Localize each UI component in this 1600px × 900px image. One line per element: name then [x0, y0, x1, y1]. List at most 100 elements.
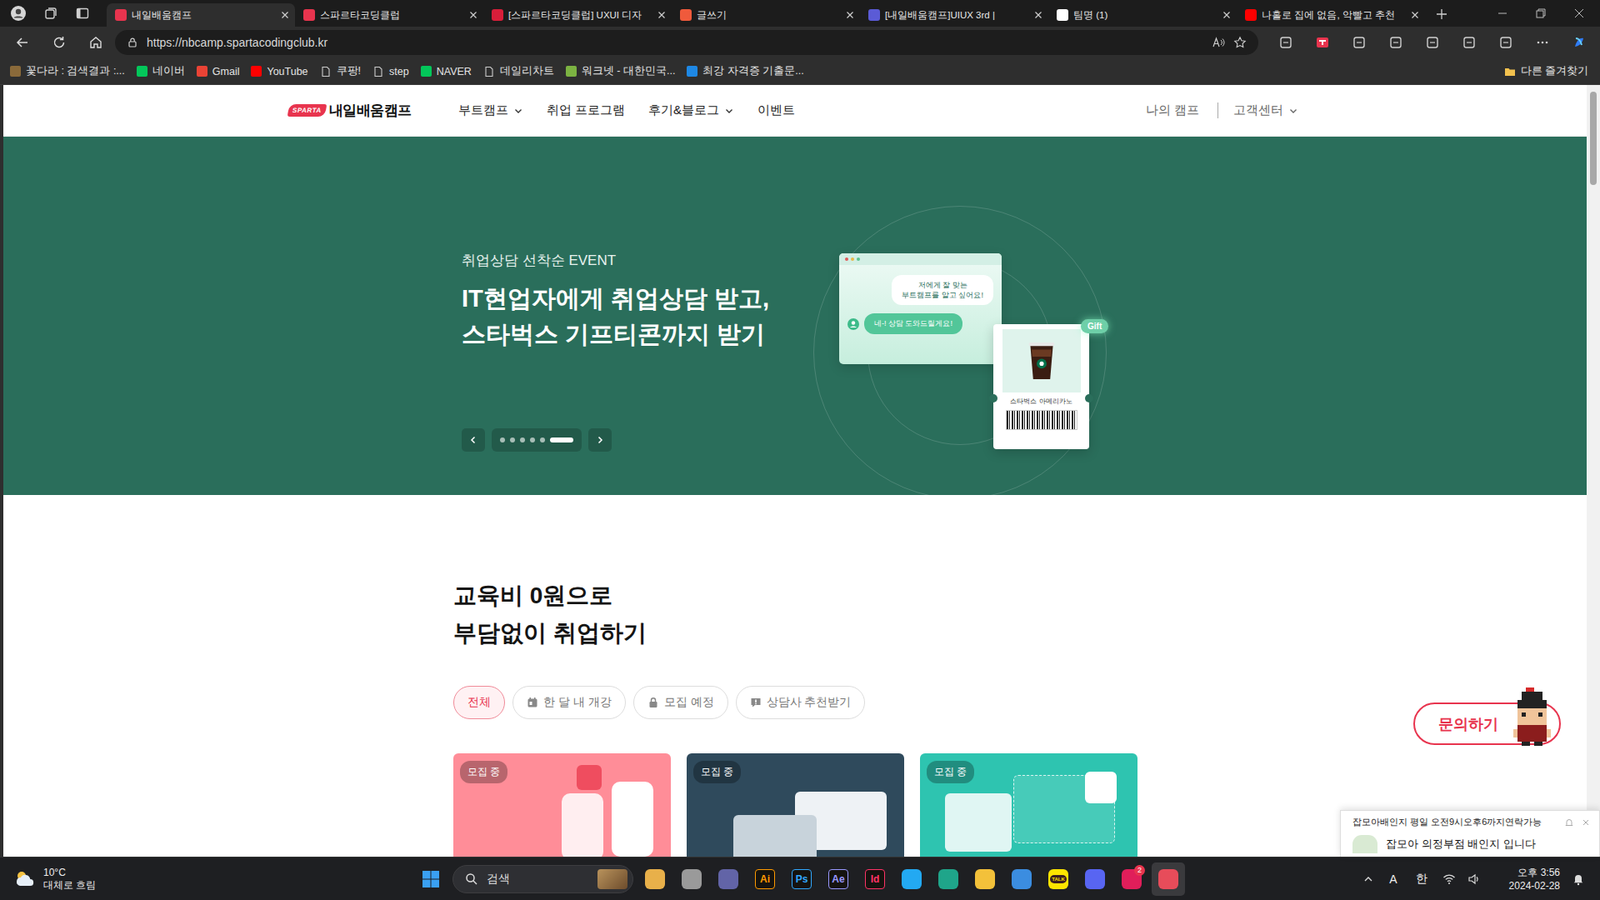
address-bar[interactable]: https://nbcamp.spartacodingclub.kr [115, 30, 1259, 55]
bookmark[interactable]: 워크넷 - 대한민국... [565, 64, 676, 79]
slide-dot[interactable] [520, 437, 525, 443]
extension-icon[interactable] [1388, 35, 1404, 50]
taskbar-search[interactable]: 검색 [452, 865, 634, 894]
browser-tab[interactable]: [스파르타코딩클럽] UXUI 디자 [483, 3, 672, 27]
hero-banner[interactable]: 취업상담 선착순 EVENT IT현업자에게 취업상담 받고,스타벅스 기프티콘… [3, 136, 1587, 495]
taskbar-app[interactable] [1078, 862, 1112, 896]
browser-tab[interactable]: 스파르타코딩클럽 [295, 3, 484, 27]
bookmark[interactable]: YouTube [250, 65, 308, 78]
taskbar-app[interactable]: Ps [785, 862, 819, 896]
workspaces-icon[interactable] [43, 5, 59, 21]
close-tab-icon[interactable] [1410, 10, 1420, 20]
course-card[interactable]: 모집 중 [686, 753, 905, 857]
volume-icon[interactable] [1467, 872, 1481, 886]
course-card[interactable]: 모집 중 [453, 753, 671, 857]
taskbar-app[interactable] [931, 862, 965, 896]
next-slide-button[interactable] [588, 428, 612, 452]
refresh-icon[interactable] [51, 35, 67, 50]
bookmark[interactable]: 쿠팡! [320, 64, 361, 79]
start-button[interactable] [414, 862, 448, 896]
ime-mode[interactable]: A [1385, 872, 1400, 886]
taskbar-app[interactable] [1151, 862, 1185, 896]
nav-item[interactable]: 부트캠프 [458, 102, 524, 119]
filter-chip[interactable]: 전체 [453, 685, 505, 720]
taskbar-app[interactable]: TALK [1041, 862, 1075, 896]
close-tab-icon[interactable] [1221, 10, 1232, 20]
close-icon[interactable] [1580, 817, 1591, 828]
bookmark[interactable]: 데일리차트 [483, 64, 555, 79]
taskbar-app[interactable] [1005, 862, 1039, 896]
browser-tab[interactable]: 글쓰기 [671, 3, 860, 27]
filter-chip[interactable]: 모집 예정 [633, 685, 729, 720]
extension-icon[interactable] [1425, 35, 1440, 50]
wifi-icon[interactable] [1442, 872, 1456, 886]
scroll-thumb[interactable] [1590, 91, 1597, 185]
slide-dot[interactable] [530, 437, 535, 443]
extension-icon[interactable] [1351, 35, 1367, 50]
taskbar-app[interactable]: 2 [1115, 862, 1149, 896]
bookmark[interactable]: Gmail [196, 65, 240, 78]
taskbar-app[interactable] [711, 862, 745, 896]
close-window-icon[interactable] [1573, 7, 1585, 20]
bookmark[interactable]: 네이버 [136, 64, 185, 79]
taskbar-app[interactable] [638, 862, 672, 896]
filter-chip[interactable]: 상담사 추천받기 [735, 685, 866, 720]
weather-widget[interactable]: 10°C 대체로 흐림 [0, 866, 415, 892]
slide-dot[interactable] [540, 437, 545, 443]
url-text[interactable]: https://nbcamp.spartacodingclub.kr [146, 35, 328, 50]
home-icon[interactable] [88, 35, 104, 50]
notification-popup[interactable]: 잡모아배인지 평일 오전9시오후6까지연락가능 잡모아 의정부점 배인지 입니다 [1340, 810, 1600, 857]
bookmark[interactable]: step [372, 65, 410, 78]
taskbar-app[interactable]: Id [858, 862, 892, 896]
ime-language[interactable]: 한 [1412, 871, 1431, 887]
site-logo[interactable]: SPARTA 내일배움캠프 [288, 100, 412, 120]
slide-dot[interactable] [510, 437, 515, 443]
close-tab-icon[interactable] [1033, 10, 1044, 20]
taskbar-app[interactable]: Ai [748, 862, 782, 896]
nav-right-item[interactable]: 고객센터 [1217, 102, 1302, 119]
restore-icon[interactable] [1535, 7, 1547, 20]
mascot-icon[interactable] [1509, 686, 1555, 747]
taskbar-app[interactable]: Ae [821, 862, 855, 896]
close-tab-icon[interactable] [468, 10, 479, 20]
nav-right-item[interactable]: 나의 캠프 [1142, 102, 1203, 119]
nav-item[interactable]: 후기&블로그 [648, 102, 735, 119]
read-aloud-icon[interactable] [1211, 35, 1225, 50]
extension-icon[interactable] [1571, 35, 1587, 50]
new-tab-icon[interactable] [1435, 7, 1449, 21]
bell-icon[interactable] [1564, 817, 1575, 828]
slide-dot[interactable] [500, 437, 505, 443]
other-bookmarks[interactable]: 다른 즐겨찾기 [1504, 64, 1589, 79]
extension-icon[interactable] [1278, 35, 1294, 50]
close-tab-icon[interactable] [656, 10, 667, 20]
close-tab-icon[interactable] [280, 10, 290, 20]
vertical-scrollbar[interactable] [1586, 85, 1600, 857]
lock-icon[interactable] [126, 36, 139, 49]
extension-icon[interactable] [1461, 35, 1477, 50]
notification-bell-icon[interactable] [1571, 872, 1585, 886]
bookmark[interactable]: NAVER [420, 65, 472, 78]
taskbar-app[interactable] [895, 862, 929, 896]
close-tab-icon[interactable] [845, 10, 855, 20]
favorite-star-icon[interactable] [1233, 35, 1247, 50]
tab-actions-icon[interactable] [75, 5, 90, 21]
show-hidden-icons-icon[interactable] [1362, 873, 1375, 885]
profile-icon[interactable] [10, 5, 27, 22]
bookmark[interactable]: 꽃다라 : 검색결과 :... [10, 64, 125, 79]
course-card[interactable]: 모집 중 [920, 753, 1138, 857]
bookmark[interactable]: 최강 자격증 기출문... [686, 64, 804, 79]
back-icon[interactable] [15, 35, 30, 50]
slide-dot[interactable] [550, 437, 574, 443]
nav-item[interactable]: 취업 프로그램 [546, 102, 625, 119]
minimize-icon[interactable] [1496, 7, 1509, 20]
taskbar-app[interactable] [968, 862, 1002, 896]
extension-icon[interactable] [1315, 35, 1330, 50]
filter-chip[interactable]: 한 달 내 개강 [512, 685, 626, 720]
prev-slide-button[interactable] [461, 428, 485, 452]
browser-tab[interactable]: 팀명 (1) [1048, 3, 1237, 27]
clock[interactable]: 오후 3:56 2024-02-28 [1509, 865, 1560, 893]
taskbar-app[interactable] [675, 862, 709, 896]
nav-item[interactable]: 이벤트 [757, 102, 795, 119]
browser-tab[interactable]: [내일배움캠프]UIUX 3rd | [860, 3, 1049, 27]
extension-icon[interactable] [1498, 35, 1514, 50]
